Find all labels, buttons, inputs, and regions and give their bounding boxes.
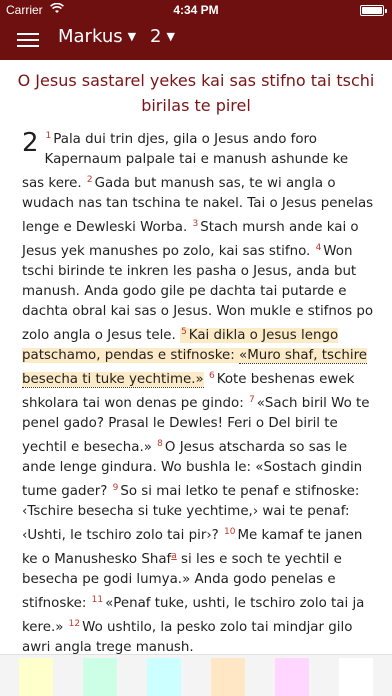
verse-number: 9 <box>112 483 119 493</box>
verse[interactable]: 12 Wo ushtilo, la pesko zolo tai mindjar … <box>22 619 352 654</box>
chevron-down-icon: ▼ <box>127 30 137 43</box>
verse-number: 11 <box>91 595 104 605</box>
verse-number: 5 <box>181 327 187 337</box>
chevron-down-icon: ▼ <box>166 30 175 43</box>
highlight-swatch-pink[interactable] <box>275 658 309 696</box>
book-selector[interactable]: Markus ▼ <box>58 26 136 47</box>
navigation-bar: Markus ▼ 2 ▼ <box>0 20 392 60</box>
bible-text-area[interactable]: O Jesus sastarel yekes kai sas stifno ta… <box>0 60 392 654</box>
book-name: Markus <box>58 26 123 47</box>
chapter-name: 2 <box>150 26 162 47</box>
hamburger-menu-icon[interactable] <box>17 30 41 50</box>
verse-number: 12 <box>68 619 81 629</box>
verse-number: 8 <box>157 439 163 449</box>
verse-number: 4 <box>315 243 322 253</box>
highlight-swatch-green[interactable] <box>83 658 117 696</box>
highlight-swatch-clear[interactable] <box>339 658 373 696</box>
section-heading: O Jesus sastarel yekes kai sas stifno ta… <box>17 71 375 115</box>
highlight-color-bar <box>0 654 392 696</box>
chapter-number: 2 <box>22 128 39 158</box>
verse-number: 7 <box>248 395 255 405</box>
clock: 4:34 PM <box>173 3 219 17</box>
battery-icon <box>360 5 387 16</box>
status-bar: Carrier 4:34 PM <box>0 0 392 20</box>
verse-number: 6 <box>208 371 215 381</box>
highlight-swatch-cyan[interactable] <box>147 658 181 696</box>
chapter-text: 2 1 Pala dui trin djes, gila o Jesus ando… <box>0 126 392 654</box>
highlight-swatch-yellow[interactable] <box>19 658 53 696</box>
verse-number: 1 <box>45 131 52 141</box>
verse-number: 10 <box>224 527 236 537</box>
highlight-swatch-orange[interactable] <box>211 658 245 696</box>
verse-number: 3 <box>192 219 199 229</box>
verse-number: 2 <box>86 175 93 185</box>
chapter-selector[interactable]: 2 ▼ <box>150 26 175 47</box>
